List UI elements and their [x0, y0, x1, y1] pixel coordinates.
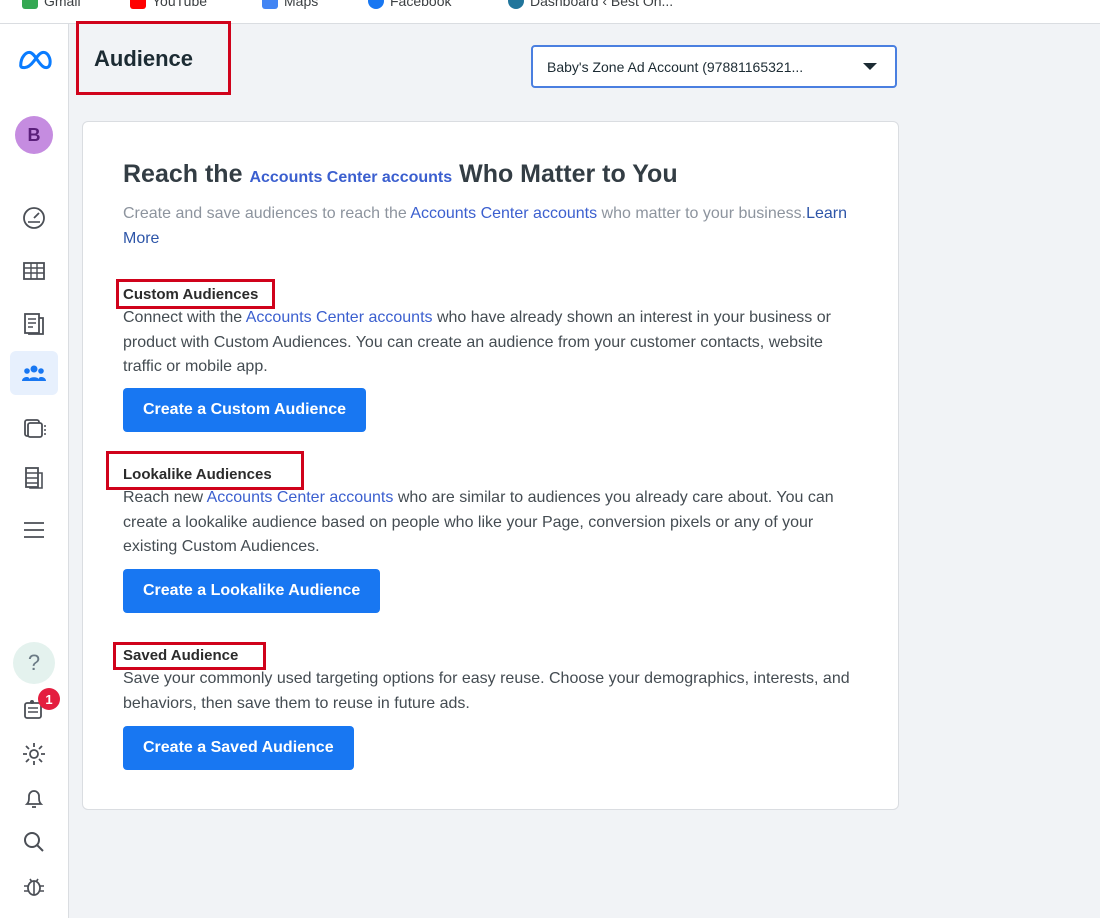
- hamburger-menu-icon[interactable]: [10, 508, 58, 552]
- audiences-icon[interactable]: [10, 351, 58, 395]
- bookmark-dashboard[interactable]: Dashboard ‹ Best On...: [508, 0, 673, 12]
- bookmark-maps[interactable]: Maps: [262, 0, 318, 12]
- bell-icon[interactable]: [10, 776, 58, 820]
- avatar[interactable]: B: [15, 116, 53, 154]
- help-icon[interactable]: ?: [13, 642, 55, 684]
- ad-account-label: Baby's Zone Ad Account (97881165321...: [547, 58, 804, 75]
- lookalike-accounts-link[interactable]: Accounts Center accounts: [207, 489, 394, 506]
- maps-icon: [262, 0, 278, 9]
- database-icon[interactable]: [10, 456, 58, 500]
- custom-accounts-link[interactable]: Accounts Center accounts: [246, 309, 433, 326]
- section-text-lookalike: Reach new Accounts Center accounts who a…: [123, 489, 834, 555]
- table-icon[interactable]: [10, 249, 58, 293]
- create-saved-audience-button[interactable]: Create a Saved Audience: [123, 726, 354, 770]
- section-text-custom: Connect with the Accounts Center account…: [123, 309, 831, 375]
- facebook-icon: [368, 0, 384, 9]
- gauge-icon[interactable]: [10, 196, 58, 240]
- notification-badge: 1: [38, 688, 60, 710]
- youtube-icon: [130, 0, 146, 9]
- create-custom-audience-button[interactable]: Create a Custom Audience: [123, 388, 367, 432]
- settings-gear-icon[interactable]: [10, 732, 58, 776]
- highlight-box-title: [76, 21, 231, 95]
- highlight-box-lookalike: [106, 451, 304, 490]
- catalog-icon[interactable]: [10, 406, 58, 450]
- intro-text: Create and save audiences to reach the A…: [123, 205, 847, 247]
- left-nav-rail: B ? 1: [0, 24, 69, 918]
- card-headline: Reach the Accounts Center accounts Who M…: [123, 160, 678, 188]
- pages-icon[interactable]: [10, 302, 58, 346]
- gmail-icon: [22, 0, 38, 9]
- ad-account-selector[interactable]: Baby's Zone Ad Account (97881165321...: [531, 45, 897, 88]
- search-icon[interactable]: [10, 820, 58, 864]
- wordpress-icon: [508, 0, 524, 9]
- chevron-down-icon: [863, 63, 877, 70]
- bookmark-youtube[interactable]: YouTube: [130, 0, 207, 12]
- meta-logo-icon[interactable]: [10, 38, 58, 82]
- headline-accounts-link[interactable]: Accounts Center accounts: [249, 169, 452, 186]
- highlight-box-saved: [113, 642, 266, 670]
- highlight-box-custom: [116, 279, 275, 309]
- create-lookalike-audience-button[interactable]: Create a Lookalike Audience: [123, 569, 381, 613]
- bug-icon[interactable]: [10, 864, 58, 908]
- bookmark-gmail[interactable]: Gmail: [22, 0, 81, 12]
- intro-accounts-link[interactable]: Accounts Center accounts: [410, 205, 597, 222]
- bookmark-facebook[interactable]: Facebook: [368, 0, 451, 12]
- section-text-saved: Save your commonly used targeting option…: [123, 670, 850, 712]
